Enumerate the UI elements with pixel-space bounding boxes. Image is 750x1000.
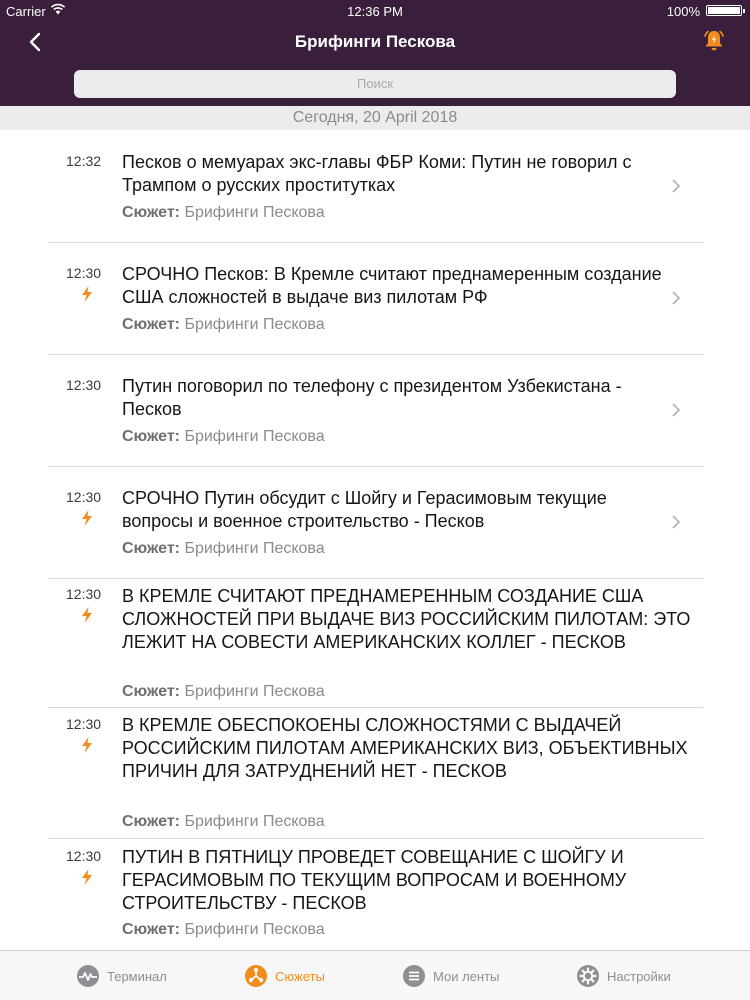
news-time: 12:30 — [66, 716, 102, 732]
navigation-header: Carrier 12:36 PM 100% Брифинги Пескова П… — [0, 0, 750, 106]
status-bar: Carrier 12:36 PM 100% — [0, 0, 750, 22]
news-title: В КРЕМЛЕ СЧИТАЮТ ПРЕДНАМЕРЕННЫМ СОЗДАНИЕ… — [122, 586, 691, 652]
news-time: 12:30 — [66, 377, 102, 393]
source-name: Брифинги Пескова — [184, 428, 325, 445]
news-title: Песков о мемуарах экс-главы ФБР Коми: Пу… — [122, 152, 632, 195]
news-time: 12:30 — [66, 489, 102, 505]
urgent-bolt-icon — [82, 607, 92, 623]
tab-label: Сюжеты — [275, 968, 325, 984]
gear-icon — [577, 965, 599, 987]
news-time: 12:30 — [66, 265, 102, 281]
battery-percent: 100% — [666, 4, 700, 19]
news-item[interactable]: 12:30 СРОЧНО Путин обсудит с Шойгу и Гер… — [0, 466, 750, 578]
chevron-right-icon — [672, 515, 681, 529]
battery-icon — [706, 5, 745, 16]
search-input[interactable]: Поиск — [74, 70, 676, 98]
news-item[interactable]: 12:30 В КРЕМЛЕ ОБЕСПОКОЕНЫ СЛОЖНОСТЯМИ С… — [0, 707, 750, 838]
tab-stories[interactable]: Сюжеты — [244, 951, 325, 1000]
news-item[interactable]: 12:32 Песков о мемуарах экс-главы ФБР Ко… — [0, 130, 750, 242]
pulse-icon — [77, 965, 99, 987]
tab-my-feeds[interactable]: Мои ленты — [402, 951, 499, 1000]
news-item[interactable]: 12:30 ПУТИН В ПЯТНИЦУ ПРОВЕДЕТ СОВЕЩАНИЕ… — [0, 838, 750, 950]
urgent-bolt-icon — [82, 869, 92, 885]
tab-label: Мои ленты — [433, 968, 500, 984]
news-source: Сюжет: Брифинги Пескова — [122, 813, 325, 831]
bell-alert-icon[interactable] — [702, 28, 726, 54]
news-item[interactable]: 12:30 Путин поговорил по телефону с през… — [0, 354, 750, 466]
tab-settings[interactable]: Настройки — [576, 951, 671, 1000]
news-title: Путин поговорил по телефону с президенто… — [122, 376, 622, 419]
news-title: СРОЧНО Песков: В Кремле считают преднаме… — [122, 264, 662, 307]
news-time: 12:30 — [66, 586, 102, 602]
source-label: Сюжет: — [122, 683, 180, 700]
tab-bar: Терминал Сюжеты Мои ленты Настройки — [0, 950, 750, 1000]
source-label: Сюжет: — [122, 921, 180, 938]
source-label: Сюжет: — [122, 540, 180, 557]
source-name: Брифинги Пескова — [184, 813, 325, 830]
urgent-bolt-icon — [82, 737, 92, 753]
chevron-right-icon — [672, 179, 681, 193]
news-item[interactable]: 12:30 В КРЕМЛЕ СЧИТАЮТ ПРЕДНАМЕРЕННЫМ СО… — [0, 578, 750, 707]
source-label: Сюжет: — [122, 204, 180, 221]
clock: 12:36 PM — [347, 4, 403, 19]
tab-label: Настройки — [607, 968, 671, 984]
news-title: В КРЕМЛЕ ОБЕСПОКОЕНЫ СЛОЖНОСТЯМИ С ВЫДАЧ… — [122, 715, 688, 781]
news-source: Сюжет: Брифинги Пескова — [122, 921, 325, 939]
tab-terminal[interactable]: Терминал — [76, 951, 167, 1000]
source-name: Брифинги Пескова — [184, 316, 325, 333]
source-name: Брифинги Пескова — [184, 204, 325, 221]
source-label: Сюжет: — [122, 813, 180, 830]
news-time: 12:32 — [66, 153, 102, 169]
chevron-right-icon — [672, 403, 681, 417]
news-item[interactable]: 12:30 СРОЧНО Песков: В Кремле считают пр… — [0, 242, 750, 354]
news-source: Сюжет: Брифинги Пескова — [122, 540, 325, 558]
source-name: Брифинги Пескова — [184, 540, 325, 557]
news-source: Сюжет: Брифинги Пескова — [122, 204, 325, 222]
page-title: Брифинги Пескова — [294, 32, 456, 51]
source-name: Брифинги Пескова — [184, 921, 325, 938]
chevron-right-icon — [672, 291, 681, 305]
tab-label: Терминал — [107, 968, 167, 984]
source-label: Сюжет: — [122, 316, 180, 333]
network-icon — [245, 965, 267, 987]
news-time: 12:30 — [66, 848, 102, 864]
news-source: Сюжет: Брифинги Пескова — [122, 428, 325, 446]
source-label: Сюжет: — [122, 428, 180, 445]
news-source: Сюжет: Брифинги Пескова — [122, 316, 325, 334]
urgent-bolt-icon — [82, 510, 92, 526]
news-source: Сюжет: Брифинги Пескова — [122, 683, 325, 701]
date-section-header: Сегодня, 20 April 2018 — [0, 106, 750, 130]
source-name: Брифинги Пескова — [184, 683, 325, 700]
list-icon — [403, 965, 425, 987]
urgent-bolt-icon — [82, 286, 92, 302]
news-title: СРОЧНО Путин обсудит с Шойгу и Герасимов… — [122, 488, 607, 531]
news-title: ПУТИН В ПЯТНИЦУ ПРОВЕДЕТ СОВЕЩАНИЕ С ШОЙ… — [122, 847, 627, 913]
